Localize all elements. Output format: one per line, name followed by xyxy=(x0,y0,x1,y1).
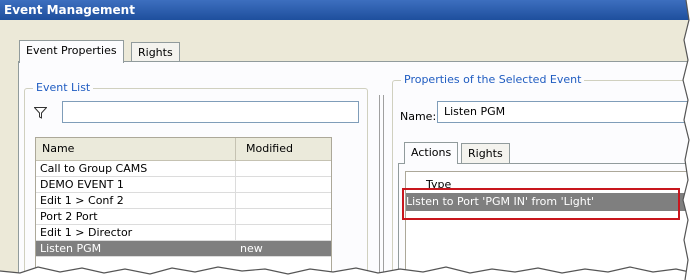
column-header-type[interactable]: Type xyxy=(406,172,694,194)
row-name-cell: Listen PGM xyxy=(36,241,236,256)
name-label: Name: xyxy=(400,110,437,123)
row-name-cell: Edit 1 > Conf 2 xyxy=(36,193,236,208)
table-row[interactable]: Call to Group CAMS xyxy=(36,161,331,177)
panel-splitter[interactable] xyxy=(378,95,386,280)
event-management-window: Event Management Event Properties Rights… xyxy=(0,0,694,280)
row-name-cell: Edit 1 > Director xyxy=(36,225,236,240)
event-filter-input[interactable] xyxy=(62,101,359,123)
row-modified-cell: new xyxy=(240,242,263,255)
table-row[interactable]: DEMO EVENT 1 xyxy=(36,177,331,193)
column-header-name[interactable]: Name xyxy=(36,138,236,160)
row-name-cell: Port 2 Port xyxy=(36,209,236,224)
table-row[interactable]: Listen PGM new xyxy=(36,241,331,257)
window-title: Event Management xyxy=(0,0,694,20)
torn-right-edge xyxy=(682,0,694,280)
action-text: Listen to Port 'PGM IN' from 'Light' xyxy=(406,195,595,208)
event-name-field[interactable]: Listen PGM xyxy=(437,101,694,123)
table-row[interactable]: Edit 1 > Director xyxy=(36,225,331,241)
column-header-modified[interactable]: Modified xyxy=(236,138,331,160)
row-name-cell: DEMO EVENT 1 xyxy=(36,177,236,192)
tab-event-rights[interactable]: Rights xyxy=(461,143,510,164)
table-header: Name Modified xyxy=(36,138,331,161)
tab-rights[interactable]: Rights xyxy=(131,42,180,63)
tab-event-properties[interactable]: Event Properties xyxy=(19,40,124,63)
table-row[interactable]: Edit 1 > Conf 2 xyxy=(36,193,331,209)
torn-bottom-edge xyxy=(0,266,694,280)
table-row[interactable]: Port 2 Port xyxy=(36,209,331,225)
properties-title: Properties of the Selected Event xyxy=(401,73,585,86)
tab-actions[interactable]: Actions xyxy=(404,142,459,164)
event-list-title: Event List xyxy=(33,81,94,94)
row-name-cell: Call to Group CAMS xyxy=(36,161,236,176)
funnel-icon[interactable] xyxy=(34,107,47,119)
action-row[interactable]: Listen to Port 'PGM IN' from 'Light' xyxy=(406,193,694,211)
